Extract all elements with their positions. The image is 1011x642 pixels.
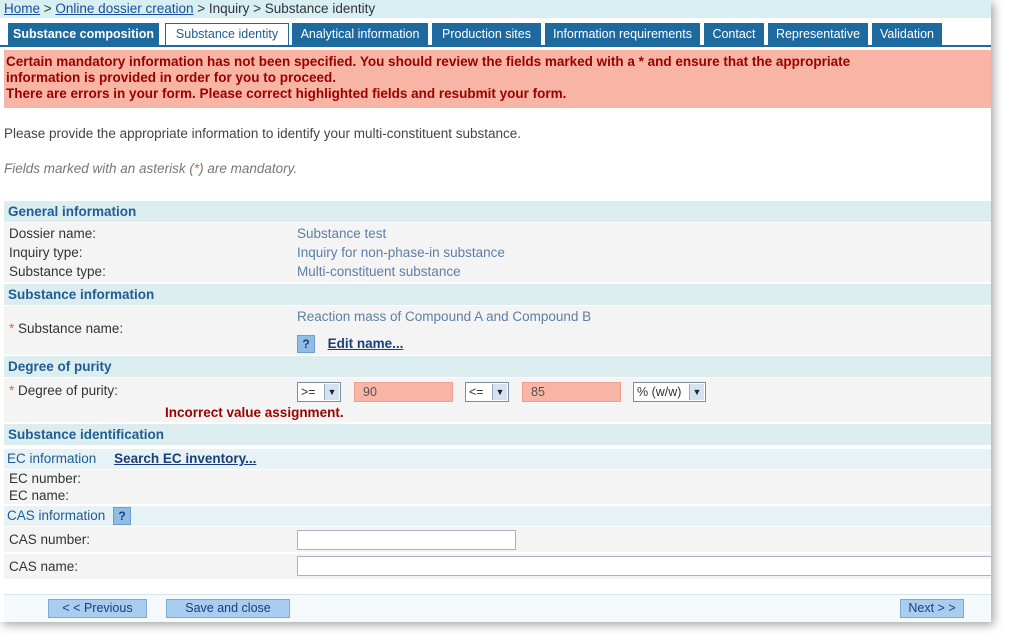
purity-unit-select[interactable]: % (w/w) ▼ bbox=[633, 382, 706, 402]
tab-validation[interactable]: Validation bbox=[872, 23, 942, 45]
intro-text: Please provide the appropriate informati… bbox=[4, 126, 522, 141]
cas-number-label: CAS number: bbox=[9, 532, 91, 547]
cas-name-input[interactable] bbox=[297, 556, 991, 576]
purity-lower-operator-value: >= bbox=[301, 385, 316, 399]
substance-type-label: Substance type: bbox=[9, 264, 106, 279]
save-and-close-button[interactable]: Save and close bbox=[166, 599, 290, 618]
tab-substance-identity[interactable]: Substance identity bbox=[165, 23, 289, 46]
purity-error-message: Incorrect value assignment. bbox=[165, 405, 344, 420]
cas-name-label: CAS name: bbox=[9, 559, 79, 574]
general-info-rows: Dossier name: Substance test Inquiry typ… bbox=[4, 223, 991, 282]
ec-information-title: EC information bbox=[7, 451, 97, 466]
inquiry-type-label: Inquiry type: bbox=[9, 245, 83, 260]
tab-production-sites[interactable]: Production sites bbox=[432, 23, 541, 45]
dossier-name-value: Substance test bbox=[297, 226, 387, 241]
page-frame: Home > Online dossier creation > Inquiry… bbox=[0, 0, 991, 622]
substance-name-value: Reaction mass of Compound A and Compound… bbox=[297, 309, 592, 324]
degree-of-purity-label-wrap: * Degree of purity: bbox=[9, 383, 118, 398]
dossier-name-label: Dossier name: bbox=[9, 226, 97, 241]
ec-number-label: EC number: bbox=[9, 471, 82, 486]
tab-substance-composition[interactable]: Substance composition bbox=[8, 23, 159, 45]
section-general-information: General information bbox=[4, 201, 991, 222]
substance-name-row: * Substance name: Reaction mass of Compo… bbox=[4, 306, 991, 355]
cas-information-header: CAS information ? bbox=[4, 506, 991, 526]
section-substance-information: Substance information bbox=[4, 284, 991, 305]
ec-name-label: EC name: bbox=[9, 488, 70, 503]
breadcrumb-bar: Home > Online dossier creation > Inquiry… bbox=[0, 0, 991, 18]
purity-upper-operator-value: <= bbox=[469, 385, 484, 399]
error-message-box: Certain mandatory information has not be… bbox=[4, 50, 991, 108]
substance-type-value: Multi-constituent substance bbox=[297, 264, 461, 279]
edit-name-link[interactable]: Edit name... bbox=[328, 336, 404, 351]
mandatory-note: Fields marked with an asterisk (*) are m… bbox=[4, 161, 297, 176]
substance-name-label-wrap: * Substance name: bbox=[9, 321, 123, 336]
tab-underline bbox=[0, 45, 991, 47]
mandatory-note-before: Fields marked with an asterisk ( bbox=[4, 161, 194, 176]
error-line-1: Certain mandatory information has not be… bbox=[6, 54, 851, 69]
breadcrumb-separator: > bbox=[40, 1, 56, 16]
breadcrumb-current: > Inquiry > Substance identity bbox=[193, 1, 376, 16]
edit-name-controls: ? Edit name... bbox=[297, 335, 403, 353]
mandatory-note-after: ) are mandatory. bbox=[199, 161, 298, 176]
breadcrumb-online-dossier-link[interactable]: Online dossier creation bbox=[55, 1, 193, 16]
purity-upper-operator-select[interactable]: <= ▼ bbox=[465, 382, 509, 402]
breadcrumb-home-link[interactable]: Home bbox=[4, 1, 40, 16]
section-substance-identification: Substance identification bbox=[4, 424, 991, 445]
chevron-down-icon: ▼ bbox=[324, 384, 339, 400]
help-question-icon[interactable]: ? bbox=[113, 507, 132, 525]
chevron-down-icon: ▼ bbox=[492, 384, 507, 400]
tab-representative[interactable]: Representative bbox=[768, 23, 868, 45]
tab-analytical-information[interactable]: Analytical information bbox=[292, 23, 428, 45]
required-asterisk-icon: * bbox=[9, 321, 15, 336]
tab-information-requirements[interactable]: Information requirements bbox=[545, 23, 700, 45]
required-asterisk-icon: * bbox=[9, 383, 15, 398]
purity-unit-value: % (w/w) bbox=[637, 385, 682, 399]
breadcrumb: Home > Online dossier creation > Inquiry… bbox=[4, 1, 375, 16]
purity-upper-value-input[interactable]: 85 bbox=[522, 382, 621, 402]
substance-name-label: Substance name: bbox=[18, 321, 124, 336]
search-ec-inventory-link[interactable]: Search EC inventory... bbox=[114, 451, 256, 466]
previous-button[interactable]: < < Previous bbox=[48, 599, 147, 618]
degree-of-purity-label: Degree of purity: bbox=[18, 383, 118, 398]
section-degree-of-purity: Degree of purity bbox=[4, 356, 991, 377]
purity-lower-operator-select[interactable]: >= ▼ bbox=[297, 382, 341, 402]
ec-information-header: EC information Search EC inventory... bbox=[4, 449, 991, 469]
cas-information-title: CAS information bbox=[7, 508, 106, 523]
error-line-3: There are errors in your form. Please co… bbox=[6, 86, 567, 101]
error-line-2: information is provided in order for you… bbox=[6, 70, 337, 85]
next-button[interactable]: Next > > bbox=[900, 599, 964, 618]
ec-info-rows: EC number: EC name: bbox=[4, 470, 991, 504]
cas-number-input[interactable] bbox=[297, 530, 516, 550]
footer-button-bar: < < Previous Save and close Next > > bbox=[4, 594, 991, 622]
tab-contact[interactable]: Contact bbox=[704, 23, 764, 45]
help-question-icon[interactable]: ? bbox=[297, 335, 315, 353]
chevron-down-icon: ▼ bbox=[689, 384, 704, 400]
purity-lower-value-input[interactable]: 90 bbox=[354, 382, 453, 402]
inquiry-type-value: Inquiry for non-phase-in substance bbox=[297, 245, 505, 260]
